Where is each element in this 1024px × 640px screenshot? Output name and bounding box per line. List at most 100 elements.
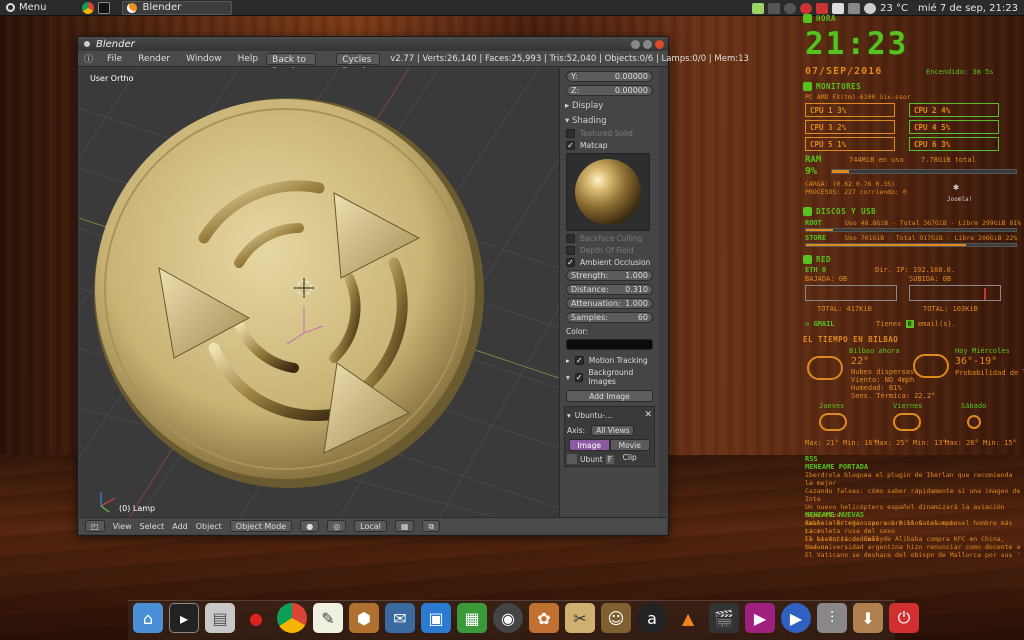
conky-date: 07/SEP/2016 (805, 66, 883, 77)
background-images-checkbox[interactable]: ▾ ✓ Background Images (566, 368, 653, 386)
alert-icon[interactable] (816, 2, 829, 14)
menu-icon (6, 3, 15, 12)
image-browse-icon[interactable] (567, 454, 577, 464)
minimize-button[interactable] (631, 39, 640, 49)
condition-now: Nubes dispersas (851, 368, 915, 376)
paint-icon[interactable]: ✿ (529, 603, 559, 633)
menu-window[interactable]: Window (178, 54, 230, 64)
blender-titlebar[interactable]: Blender (78, 37, 668, 51)
display-section[interactable]: ▸ Display (565, 101, 654, 111)
ao-color-swatch[interactable] (566, 339, 653, 350)
amarok-icon[interactable]: a (637, 603, 667, 633)
panel-launchers (82, 1, 111, 14)
package-manager-icon[interactable]: ⬢ (349, 603, 379, 633)
writer-icon[interactable]: ▣ (421, 603, 451, 633)
rss-item[interactable]: Cazando falses: cómo saber rápidamente s… (805, 487, 1021, 503)
close-button[interactable] (655, 39, 664, 49)
window-menu-icon[interactable] (84, 41, 90, 47)
menu-render[interactable]: Render (130, 54, 178, 64)
tab-image[interactable]: Image (569, 439, 610, 451)
workspace-2-icon[interactable] (768, 2, 781, 14)
menu-file[interactable]: File (99, 54, 130, 64)
rss-item[interactable]: Cable eléctrico cae sobre unos columpios (805, 519, 1021, 527)
network-icon[interactable] (832, 2, 845, 14)
calc-icon[interactable]: ▦ (457, 603, 487, 633)
viewport-scene (79, 68, 559, 518)
menu-add[interactable]: Add (172, 522, 188, 531)
menu-button[interactable]: Menu (0, 0, 52, 16)
rss-item[interactable]: El Vaticano se deshace del obispo de Mal… (805, 551, 1021, 559)
chrome-icon[interactable] (277, 603, 307, 633)
motion-tracking-checkbox[interactable]: ▸ ✓ Motion Tracking (566, 356, 653, 365)
thunderbird-icon[interactable]: ✉ (385, 603, 415, 633)
location-y-field[interactable]: Y: 0.00000 (566, 71, 653, 82)
menu-object[interactable]: Object (196, 522, 222, 531)
image-file-field[interactable]: Ubunt (580, 455, 603, 464)
editor-type-button[interactable]: ◰ (85, 520, 105, 532)
rain-cloud-icon (913, 354, 949, 378)
remove-image-icon[interactable]: ✕ (644, 410, 652, 420)
textured-solid-checkbox[interactable]: Textured Solid (566, 129, 653, 138)
rss-item[interactable]: La ruleta rusa del sexo (805, 527, 1021, 535)
snap-icon[interactable]: ⧉ (422, 520, 441, 532)
rss-item[interactable]: Una universidad argentina hizo renunciar… (805, 543, 1021, 551)
media-player-icon[interactable]: ▶ (745, 603, 775, 633)
location-z-field[interactable]: Z: 0.00000 (566, 85, 653, 96)
video-player-icon[interactable]: ▶ (781, 603, 811, 633)
rss-item[interactable]: La historia de Emily (805, 535, 1021, 543)
depth-of-field-checkbox[interactable]: Depth Of Field (566, 246, 653, 255)
update-icon[interactable] (784, 2, 797, 14)
shading-section[interactable]: ▾ Shading (565, 116, 654, 126)
vlc-icon[interactable]: ▲ (673, 603, 703, 633)
mode-select[interactable]: Object Mode (229, 520, 293, 532)
rss-item[interactable]: Iberdrola bloquea el plugin de Iberlan q… (805, 471, 1021, 487)
terminal-launcher-icon[interactable] (98, 1, 111, 14)
workspace-icon[interactable] (752, 2, 765, 14)
render-engine-select[interactable]: Cycles Render (336, 52, 381, 77)
ao-samples-field[interactable]: Samples: 60 (566, 312, 653, 323)
add-image-button[interactable]: Add Image (566, 390, 653, 402)
gimp-icon[interactable]: ☺ (601, 603, 631, 633)
mail-icon[interactable] (800, 2, 813, 14)
installer-icon[interactable]: ⬇ (853, 603, 883, 633)
editor-type-icon[interactable]: ⓘ (78, 52, 99, 65)
backface-culling-checkbox[interactable]: Backface Culling (566, 234, 653, 243)
properties-shelf: Y: 0.00000 Z: 0.00000 ▸ Display ▾ Shading … (559, 68, 659, 518)
camera-icon[interactable]: ◉ (493, 603, 523, 633)
tab-movie-clip[interactable]: Movie Clip (609, 439, 650, 462)
home-folder-icon[interactable]: ⌂ (133, 603, 163, 633)
text-editor-icon[interactable]: ✎ (313, 603, 343, 633)
taskbar-blender[interactable]: Blender (122, 0, 233, 15)
terminal-icon[interactable]: ▸ (169, 603, 199, 633)
chrome-launcher-icon[interactable] (82, 1, 95, 14)
clock-text[interactable]: mié 7 de sep, 21:23 (918, 3, 1018, 14)
menu-select[interactable]: Select (140, 522, 165, 531)
shading-select[interactable]: ● (300, 520, 320, 532)
wind: Viento: NO 4mph (851, 376, 915, 384)
scanner-icon[interactable]: ✂ (565, 603, 595, 633)
maximize-button[interactable] (643, 39, 652, 49)
3d-viewport[interactable]: User Ortho (0) Lamp (79, 68, 559, 518)
expand-icon[interactable]: ▾ (567, 411, 571, 420)
menu-view[interactable]: View (113, 522, 132, 531)
matcap-checkbox[interactable]: ✓ Matcap (566, 141, 653, 150)
back-to-previous-button[interactable]: Back to Previous (266, 52, 317, 77)
ambient-occlusion-checkbox[interactable]: ✓ Ambient Occlusion (566, 258, 653, 267)
file-cabinet-icon[interactable]: ▤ (205, 603, 235, 633)
volume-icon[interactable] (848, 2, 861, 14)
matcap-preview[interactable] (566, 153, 650, 231)
cherries-icon[interactable]: ● (241, 603, 271, 633)
menu-help[interactable]: Help (230, 54, 267, 64)
mixer-icon[interactable]: ⫶ (817, 603, 847, 633)
conky-clock: 21:23 (805, 26, 909, 62)
video-editor-icon[interactable]: 🎬 (709, 603, 739, 633)
ao-distance-field[interactable]: Distance: 0.310 (566, 284, 653, 295)
ao-attenuation-field[interactable]: Attenuation: 1.000 (566, 298, 653, 309)
transform-orientation-select[interactable]: Local (354, 520, 387, 532)
layers-icon[interactable]: ▦ (394, 520, 415, 532)
power-icon[interactable]: ⏻ (889, 603, 919, 633)
pivot-select[interactable]: ◎ (327, 520, 347, 532)
ao-strength-field[interactable]: Strength: 1.000 (566, 270, 653, 281)
fake-user-button[interactable]: F (605, 454, 615, 464)
axis-select[interactable]: All Views (591, 425, 635, 436)
